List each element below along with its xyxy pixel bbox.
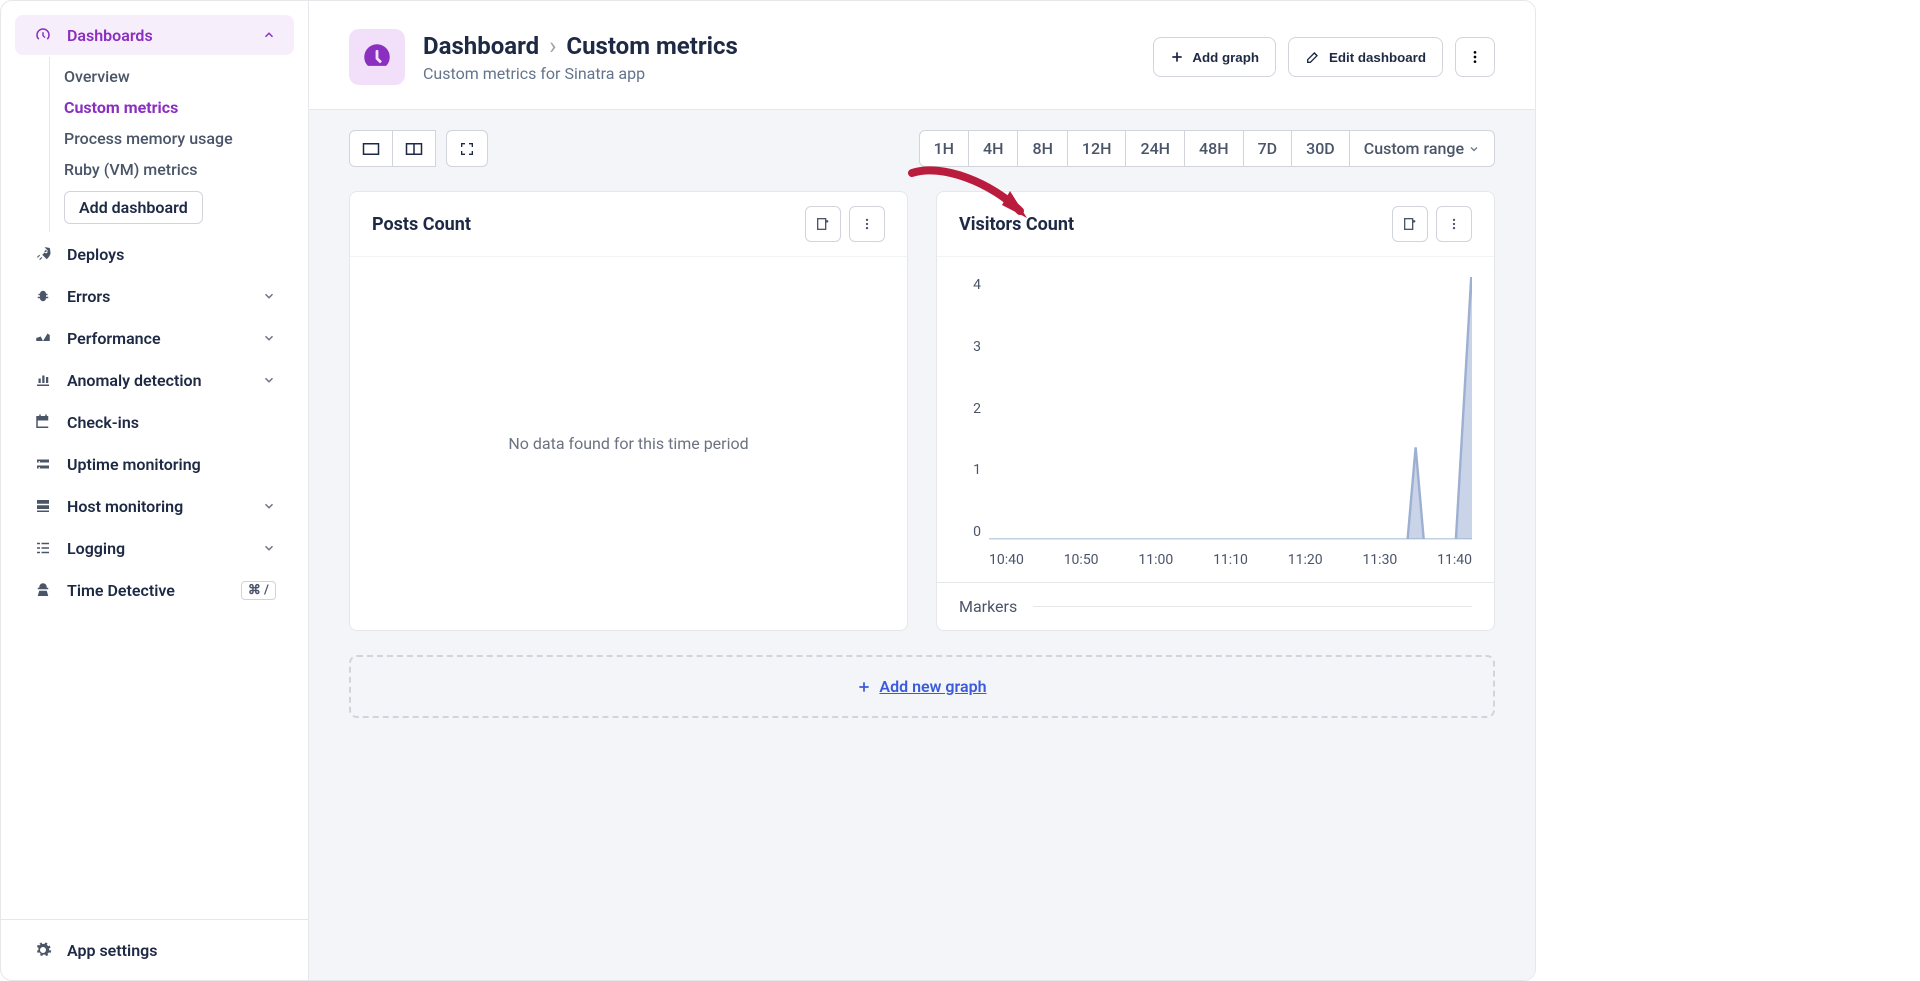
uptime-icon [33,454,53,474]
range-7d[interactable]: 7D [1244,130,1293,167]
nav-app-settings-label: App settings [67,941,276,960]
calendar-icon [33,412,53,432]
nav-performance-label: Performance [67,329,262,348]
add-graph-button[interactable]: Add graph [1153,37,1276,77]
layout-single-button[interactable] [349,130,393,167]
nav-logging-label: Logging [67,539,262,558]
markers-label: Markers [959,597,1017,616]
panel-posts-count: Posts Count No data found for this time … [349,191,908,631]
chevron-down-icon [262,373,276,387]
markers-line [1033,606,1472,607]
plus-icon [1170,50,1184,64]
edit-dashboard-label: Edit dashboard [1329,50,1426,65]
add-new-graph-label: Add new graph [879,677,986,696]
anomaly-icon [33,370,53,390]
layout-split-button[interactable] [393,130,436,167]
chevron-down-icon [262,289,276,303]
page-subtitle: Custom metrics for Sinatra app [423,64,1135,83]
subnav-overview[interactable]: Overview [64,61,308,92]
gear-icon [33,940,53,960]
nav-errors[interactable]: Errors [15,276,294,316]
dashboard-icon [349,29,405,85]
list-icon [33,538,53,558]
nav-app-settings[interactable]: App settings [15,930,294,970]
subnav-custom-metrics[interactable]: Custom metrics [64,92,308,123]
nav-deploys-label: Deploys [67,245,276,264]
panel-more-button[interactable] [1436,206,1472,242]
nav-logging[interactable]: Logging [15,528,294,568]
panel-posts-empty: No data found for this time period [350,257,907,630]
visitors-chart[interactable]: 43210 10:4010:5011:0011:1011:2011:3011:4… [937,257,1494,582]
server-icon [33,496,53,516]
nav-dashboards[interactable]: Dashboards [15,15,294,55]
page-header: Dashboard › Custom metrics Custom metric… [309,1,1535,109]
add-graph-label: Add graph [1192,50,1259,65]
nav-performance[interactable]: Performance [15,318,294,358]
layout-toggle [349,130,488,167]
nav-host-label: Host monitoring [67,497,262,516]
nav-uptime-label: Uptime monitoring [67,455,276,474]
export-button[interactable] [1392,206,1428,242]
export-button[interactable] [805,206,841,242]
panel-visitors-count: Visitors Count 43210 10:4010:5011: [936,191,1495,631]
range-12h[interactable]: 12H [1068,130,1127,167]
chevron-down-icon [262,331,276,345]
range-30d[interactable]: 30D [1292,130,1350,167]
chevron-down-icon [262,541,276,555]
nav-deploys[interactable]: Deploys [15,234,294,274]
speed-icon [33,328,53,348]
nav-anomaly[interactable]: Anomaly detection [15,360,294,400]
chevron-up-icon [262,28,276,42]
subnav-process-memory[interactable]: Process memory usage [64,123,308,154]
range-1h[interactable]: 1H [919,130,969,167]
range-8h[interactable]: 8H [1018,130,1067,167]
dashboards-subnav: Overview Custom metrics Process memory u… [49,57,308,232]
chart-plot [989,277,1472,540]
kbd-shortcut: ⌘ / [241,581,276,600]
main: Dashboard › Custom metrics Custom metric… [309,1,1535,980]
panel-posts-title: Posts Count [372,214,805,235]
nav-host[interactable]: Host monitoring [15,486,294,526]
y-axis-ticks: 43210 [959,277,981,540]
range-24h[interactable]: 24H [1126,130,1185,167]
range-4h[interactable]: 4H [969,130,1018,167]
range-custom[interactable]: Custom range [1350,130,1495,167]
add-new-graph-button[interactable]: Add new graph [349,655,1495,718]
breadcrumb-separator: › [549,32,556,60]
panel-more-button[interactable] [849,206,885,242]
sidebar: Dashboards Overview Custom metrics Proce… [1,1,309,980]
nav-time-detective[interactable]: Time Detective ⌘ / [15,570,294,610]
nav-checkins-label: Check-ins [67,413,276,432]
bug-icon [33,286,53,306]
x-axis-ticks: 10:4010:5011:0011:1011:2011:3011:40 [989,546,1472,570]
more-menu-button[interactable] [1455,37,1495,77]
edit-icon [1305,49,1321,65]
add-dashboard-button[interactable]: Add dashboard [64,191,203,224]
chevron-down-icon [1468,143,1480,155]
breadcrumb-leaf: Custom metrics [566,32,737,60]
nav-anomaly-label: Anomaly detection [67,371,262,390]
nav-dashboards-label: Dashboards [67,26,262,45]
breadcrumb-root[interactable]: Dashboard [423,32,539,60]
kebab-icon [1467,49,1483,65]
nav-uptime[interactable]: Uptime monitoring [15,444,294,484]
breadcrumb: Dashboard › Custom metrics [423,32,1135,60]
fullscreen-button[interactable] [446,130,488,167]
nav-errors-label: Errors [67,287,262,306]
gauge-icon [33,25,53,45]
markers-row: Markers [937,582,1494,630]
range-custom-label: Custom range [1364,139,1464,158]
chevron-down-icon [262,499,276,513]
time-range-selector: 1H 4H 8H 12H 24H 48H 7D 30D Custom range [919,130,1495,167]
subnav-ruby-vm[interactable]: Ruby (VM) metrics [64,154,308,185]
range-48h[interactable]: 48H [1185,130,1244,167]
detective-icon [33,580,53,600]
nav-time-detective-label: Time Detective [67,581,241,600]
panel-visitors-title: Visitors Count [959,214,1392,235]
rocket-icon [33,244,53,264]
nav-checkins[interactable]: Check-ins [15,402,294,442]
edit-dashboard-button[interactable]: Edit dashboard [1288,37,1443,77]
